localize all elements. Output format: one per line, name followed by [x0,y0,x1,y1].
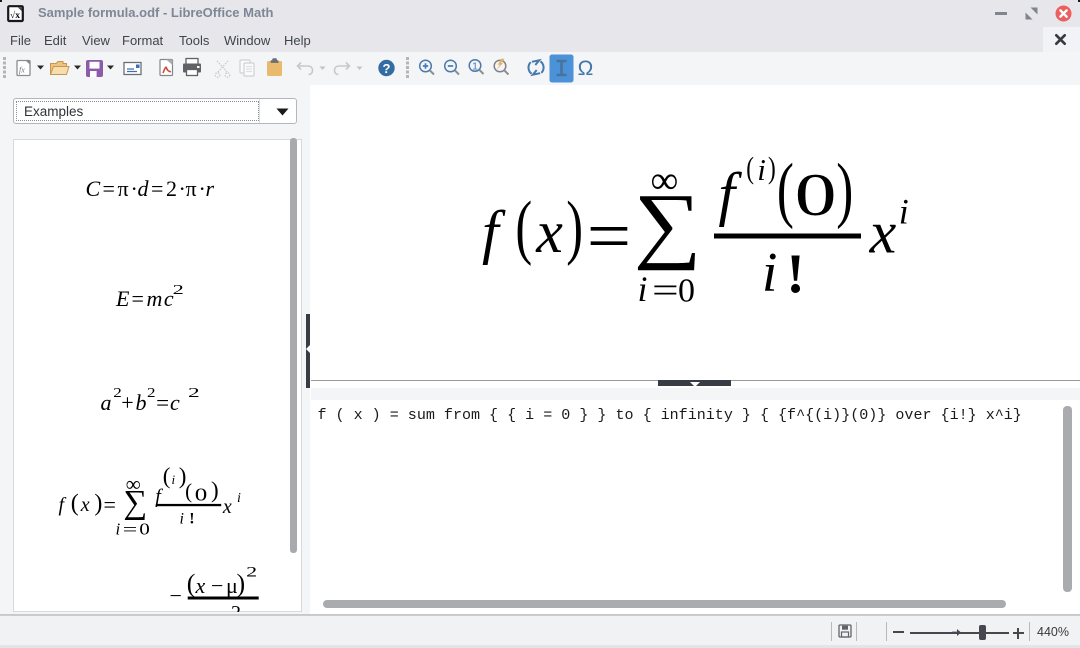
svg-text:(: ( [185,479,192,503]
svg-text:(: ( [746,151,754,185]
svg-text:2: 2 [188,386,200,401]
svg-text:0: 0 [195,485,208,505]
svg-text:(: ( [515,188,532,267]
svg-text:0: 0 [795,162,837,228]
svg-text:2: 2 [173,283,184,298]
svg-text:): ) [237,569,246,598]
svg-text:): ) [768,151,776,185]
svg-text:i: i [116,520,121,539]
svg-text:r: r [206,176,215,201]
svg-text:=: = [103,176,115,201]
svg-text:π: π [186,176,197,201]
svg-text:i: i [180,511,184,528]
svg-text:C: C [86,176,101,201]
svg-text:f: f [59,494,67,516]
svg-text:): ) [566,188,583,267]
svg-text:f: f [482,199,506,265]
svg-text:=: = [652,270,679,310]
svg-text:=: = [123,520,138,539]
svg-text:+: + [121,390,133,415]
svg-text:=: = [132,286,144,311]
svg-text:=: = [587,196,631,276]
svg-text:a: a [101,390,112,415]
svg-text:i: i [237,491,241,506]
svg-text:−: − [211,573,223,598]
svg-text:x: x [80,494,90,516]
svg-text:fx: fx [19,66,25,75]
svg-text:Ω: Ω [578,57,594,80]
svg-text:2: 2 [246,565,257,581]
svg-text:∞: ∞ [651,159,679,202]
svg-text:(: ( [187,569,196,598]
svg-text:=: = [104,492,116,517]
svg-text:−: − [170,583,182,608]
svg-text:x: x [535,199,563,265]
svg-text:b: b [136,390,147,415]
svg-text:0: 0 [678,272,695,309]
svg-text:i: i [757,152,766,187]
svg-text:i: i [638,269,648,309]
svg-text:=: = [151,176,163,201]
svg-text:x: x [222,496,232,518]
svg-text:2: 2 [166,176,177,201]
svg-text:(: ( [163,464,171,489]
svg-text:x: x [869,200,897,266]
svg-text:x: x [195,573,206,598]
svg-text:=: = [156,390,169,415]
svg-text:2: 2 [147,386,156,401]
svg-text:E: E [115,286,130,311]
svg-text:mc: mc [147,286,176,311]
svg-text:(: ( [777,149,794,230]
svg-text:i: i [762,242,778,304]
svg-text:2: 2 [231,602,241,612]
svg-text:!: ! [189,511,194,528]
svg-text:(: ( [71,491,79,517]
svg-text:): ) [836,149,853,230]
svg-text:π: π [118,176,129,201]
svg-text:!: ! [786,243,805,305]
svg-text:√x: √x [10,10,20,21]
svg-text:∞: ∞ [126,472,141,496]
svg-text:f: f [718,161,742,227]
svg-text:i: i [172,472,176,487]
svg-text:): ) [211,478,219,503]
svg-text:): ) [94,491,102,517]
svg-text:c: c [170,390,180,415]
svg-text:?: ? [383,61,391,76]
svg-text:1: 1 [472,61,478,73]
svg-text:i: i [899,192,909,232]
svg-text:d: d [138,176,150,201]
svg-text:0: 0 [139,520,150,539]
